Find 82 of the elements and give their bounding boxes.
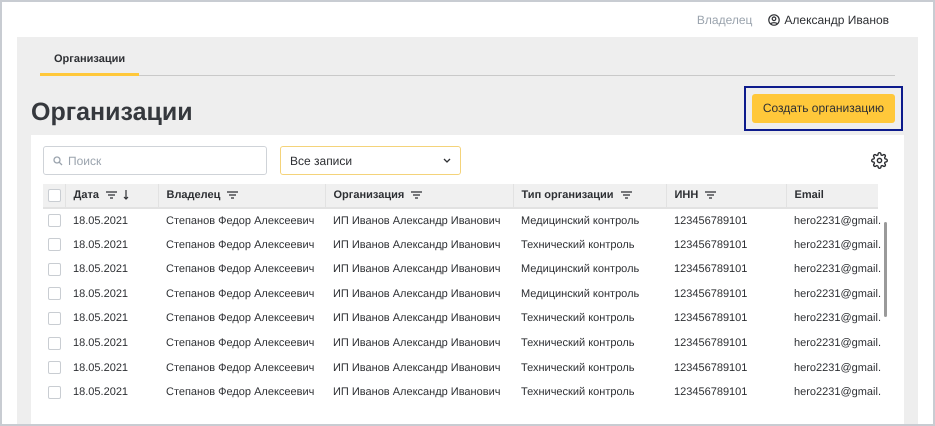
table-cell: 18.05.2021	[73, 263, 128, 276]
page-title: Организации	[31, 96, 193, 128]
table-cell: Степанов Федор Алексеевич	[166, 214, 314, 227]
table-cell: ИП Иванов Александр Иванович	[333, 312, 500, 324]
settings-icon[interactable]	[871, 152, 888, 169]
sort-down-icon[interactable]	[122, 190, 129, 200]
column-header[interactable]: Тип организации	[522, 189, 614, 202]
table-cell: Степанов Федор Алексеевич	[166, 288, 314, 300]
table-cell: Медицинский контроль	[521, 263, 640, 276]
table-cell: Степанов Федор Алексеевич	[166, 312, 314, 324]
checkbox[interactable]	[48, 386, 61, 399]
column-header[interactable]: ИНН	[674, 189, 698, 202]
table-cell: hero2231@gmail.	[794, 312, 881, 324]
column-header[interactable]: Организация	[334, 189, 404, 202]
search-icon	[53, 156, 63, 166]
filter-icon[interactable]	[106, 191, 117, 200]
table-cell: 123456789101	[674, 386, 748, 398]
table-cell: hero2231@gmail.	[794, 238, 881, 251]
table-cell: Технический контроль	[521, 362, 635, 374]
column-header[interactable]: Владелец	[166, 189, 220, 202]
table-cell: ИП Иванов Александр Иванович	[333, 337, 500, 350]
table-cell: Степанов Федор Алексеевич	[166, 337, 314, 350]
table-cell: ИП Иванов Александр Иванович	[333, 238, 500, 251]
column-header[interactable]: Email	[794, 189, 824, 202]
checkbox[interactable]	[48, 287, 61, 300]
filter-icon[interactable]	[620, 191, 632, 200]
filter-icon[interactable]	[227, 191, 238, 200]
table-cell: 123456789101	[674, 312, 748, 324]
table-cell: 123456789101	[674, 214, 748, 227]
records-dropdown[interactable]: Все записи	[280, 146, 461, 175]
table-cell: Технический контроль	[521, 337, 635, 350]
chevron-down-icon	[443, 158, 451, 163]
column-header[interactable]: Дата	[74, 189, 99, 202]
table-cell: 18.05.2021	[73, 386, 128, 398]
dropdown-value: Все записи	[290, 152, 352, 170]
table-cell: 18.05.2021	[73, 214, 128, 227]
checkbox[interactable]	[48, 238, 61, 252]
table-cell: hero2231@gmail.	[794, 386, 881, 398]
scrollbar-thumb[interactable]	[884, 222, 887, 317]
checkbox[interactable]	[48, 188, 61, 202]
table-cell: ИП Иванов Александр Иванович	[333, 214, 500, 227]
table-cell: hero2231@gmail.	[794, 288, 881, 300]
table-cell: ИП Иванов Александр Иванович	[333, 263, 500, 276]
checkbox[interactable]	[48, 336, 61, 350]
checkbox[interactable]	[48, 262, 61, 276]
table-cell: ИП Иванов Александр Иванович	[333, 362, 500, 374]
table-cell: Технический контроль	[521, 238, 635, 251]
table-cell: hero2231@gmail.	[794, 263, 881, 276]
table-cell: Технический контроль	[521, 386, 635, 398]
table-cell: ИП Иванов Александр Иванович	[333, 386, 500, 398]
table-cell: Технический контроль	[521, 312, 635, 324]
table-cell: hero2231@gmail.	[794, 214, 881, 227]
table-cell: ИП Иванов Александр Иванович	[333, 288, 500, 300]
table-cell: 18.05.2021	[73, 238, 128, 251]
checkbox[interactable]	[48, 361, 61, 374]
checkbox[interactable]	[48, 214, 61, 228]
user-icon	[768, 14, 780, 26]
table-cell: Степанов Федор Алексеевич	[166, 263, 314, 276]
table-cell: Медицинский контроль	[521, 214, 640, 227]
checkbox[interactable]	[48, 312, 61, 326]
table-cell: 123456789101	[674, 263, 748, 276]
table-cell: 123456789101	[674, 238, 748, 251]
role-label: Владелец	[696, 12, 752, 28]
table-cell: hero2231@gmail.	[794, 337, 881, 350]
table-cell: 18.05.2021	[73, 337, 128, 350]
table-cell: 123456789101	[674, 362, 748, 374]
table-cell: Степанов Федор Алексеевич	[166, 386, 314, 398]
table-cell: Медицинский контроль	[521, 288, 640, 300]
table-cell: Степанов Федор Алексеевич	[166, 238, 314, 251]
table-cell: Степанов Федор Алексеевич	[166, 362, 314, 374]
table-cell: 18.05.2021	[73, 312, 128, 324]
create-button[interactable]: Создать организацию	[752, 94, 895, 123]
filter-icon[interactable]	[411, 191, 422, 200]
table-cell: hero2231@gmail.	[794, 362, 881, 374]
search-field[interactable]: Поиск	[43, 146, 267, 175]
table-cell: 18.05.2021	[73, 362, 128, 374]
filter-icon[interactable]	[705, 191, 716, 200]
table-cell: 123456789101	[674, 337, 748, 350]
table-cell: 18.05.2021	[73, 288, 128, 300]
table-cell: 123456789101	[674, 288, 748, 300]
tab[interactable]: Организации	[40, 51, 140, 76]
user-name[interactable]: Александр Иванов	[784, 10, 889, 28]
